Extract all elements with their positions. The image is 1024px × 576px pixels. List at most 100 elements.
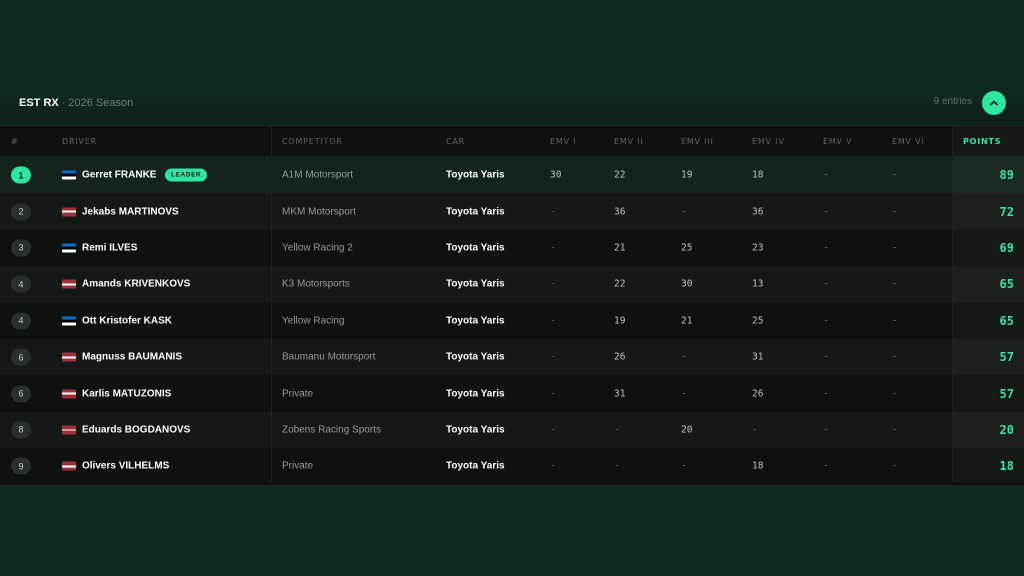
emv-result-1: - <box>550 315 556 327</box>
emv-result-5: - <box>823 242 829 254</box>
position-badge: 6 <box>11 348 31 366</box>
car-model: Toyota Yaris <box>446 206 505 218</box>
emv-result-4: 36 <box>752 206 764 218</box>
table-header: # DRIVER COMPETITOR CAR EMV I EMV II EMV… <box>0 126 1024 157</box>
column-header-competitor[interactable]: COMPETITOR <box>282 137 343 146</box>
car-model: Toyota Yaris <box>446 315 505 327</box>
emv-result-1: - <box>550 351 556 363</box>
emv-result-6: - <box>892 351 898 363</box>
emv-result-3: - <box>681 351 687 363</box>
points-column-highlight <box>952 126 1024 482</box>
emv-result-2: 36 <box>614 206 626 218</box>
emv-result-2: 31 <box>614 388 626 400</box>
table-row[interactable]: 4 Amands KRIVENKOVS K3 Motorsports Toyota Y… <box>0 266 1024 303</box>
driver-name[interactable]: Karlis MATUZONIS <box>82 388 171 399</box>
emv-result-1: 30 <box>550 169 562 181</box>
column-divider <box>271 126 272 482</box>
emv-result-5: - <box>823 351 829 363</box>
column-header-car[interactable]: CAR <box>446 137 465 146</box>
driver-name[interactable]: Gerret FRANKE <box>82 170 156 181</box>
emv-result-6: - <box>892 388 898 400</box>
car-model: Toyota Yaris <box>446 351 505 363</box>
driver-name[interactable]: Amands KRIVENKOVS <box>82 279 190 290</box>
emv-result-3: 20 <box>681 424 693 436</box>
emv-result-4: 13 <box>752 278 764 290</box>
column-header-emv1[interactable]: EMV I <box>550 137 576 146</box>
emv-result-6: - <box>892 169 898 181</box>
emv-result-6: - <box>892 460 898 472</box>
emv-result-2: 19 <box>614 315 626 327</box>
table-row[interactable]: 3 Remi ILVES Yellow Racing 2 Toyota Yaris - 2… <box>0 229 1024 267</box>
emv-result-1: - <box>550 424 556 436</box>
table-row[interactable]: 2 Jekabs MARTINOVS MKM Motorsport Toyota Ya… <box>0 193 1024 230</box>
column-header-emv4[interactable]: EMV IV <box>752 137 785 146</box>
chevron-up-icon <box>990 100 998 106</box>
emv-result-3: - <box>681 460 687 472</box>
emv-result-3: - <box>681 388 687 400</box>
emv-result-3: 30 <box>681 278 693 290</box>
driver-name[interactable]: Ott Kristofer KASK <box>82 315 172 326</box>
position-badge: 1 <box>11 166 31 184</box>
emv-result-1: - <box>550 460 556 472</box>
emv-result-2: 22 <box>614 278 626 290</box>
column-header-emv6[interactable]: EMV VI <box>892 137 925 146</box>
competitor-name: Yellow Racing 2 <box>282 242 353 254</box>
table-row[interactable]: 6 Magnuss BAUMANIS Baumanu Motorsport Toyot… <box>0 339 1024 376</box>
emv-result-1: - <box>550 388 556 400</box>
driver-name[interactable]: Magnuss BAUMANIS <box>82 352 182 363</box>
emv-result-4: 31 <box>752 351 764 363</box>
table-row[interactable]: 8 Eduards BOGDANOVS Zobens Racing Sports To… <box>0 411 1024 449</box>
car-model: Toyota Yaris <box>446 424 505 436</box>
car-model: Toyota Yaris <box>446 242 505 254</box>
position-badge: 9 <box>11 457 31 475</box>
column-header-pos[interactable]: # <box>11 137 19 146</box>
emv-result-5: - <box>823 206 829 218</box>
title-separator: · <box>61 96 66 109</box>
estonia-flag-icon <box>62 243 76 253</box>
leader-badge: LEADER <box>165 168 208 182</box>
emv-result-6: - <box>892 206 898 218</box>
driver-name[interactable]: Remi ILVES <box>82 242 137 253</box>
position-badge: 6 <box>11 385 31 403</box>
emv-result-1: - <box>550 206 556 218</box>
emv-result-4: 26 <box>752 388 764 400</box>
column-header-emv2[interactable]: EMV II <box>614 137 644 146</box>
competitor-name: Baumanu Motorsport <box>282 351 376 363</box>
competitor-name: MKM Motorsport <box>282 206 356 218</box>
emv-result-5: - <box>823 388 829 400</box>
column-divider <box>952 126 953 482</box>
column-header-emv5[interactable]: EMV V <box>823 137 852 146</box>
emv-result-3: 25 <box>681 242 693 254</box>
latvia-flag-icon <box>62 279 76 289</box>
season-subtitle: 2026 Season <box>68 96 134 109</box>
emv-result-5: - <box>823 315 829 327</box>
emv-result-5: - <box>823 424 829 436</box>
driver-name[interactable]: Eduards BOGDANOVS <box>82 424 190 435</box>
position-badge: 3 <box>11 239 31 257</box>
standings-panel: EST RX · 2026 Season 9 entries # DRIVER … <box>0 80 1024 485</box>
competitor-name: Yellow Racing <box>282 315 345 327</box>
car-model: Toyota Yaris <box>446 169 505 181</box>
latvia-flag-icon <box>62 389 76 399</box>
emv-result-2: - <box>614 460 620 472</box>
car-model: Toyota Yaris <box>446 388 505 400</box>
competitor-name: Zobens Racing Sports <box>282 424 381 436</box>
table-row[interactable]: 9 Olivers VILHELMS Private Toyota Yaris - - - 1… <box>0 448 1024 485</box>
emv-result-4: - <box>752 424 758 436</box>
emv-result-3: 19 <box>681 169 693 181</box>
latvia-flag-icon <box>62 207 76 217</box>
driver-name[interactable]: Olivers VILHELMS <box>82 461 169 472</box>
driver-name[interactable]: Jekabs MARTINOVS <box>82 206 179 217</box>
table-row[interactable]: 1 Gerret FRANKE LEADER A1M Motorsport Toyota… <box>0 157 1024 194</box>
column-header-emv3[interactable]: EMV III <box>681 137 714 146</box>
competitor-name: Private <box>282 460 314 472</box>
table-row[interactable]: 6 Karlis MATUZONIS Private Toyota Yaris - 31 -… <box>0 375 1024 412</box>
emv-result-2: 21 <box>614 242 626 254</box>
championship-title: EST RX <box>19 96 59 109</box>
collapse-button[interactable] <box>982 91 1006 115</box>
car-model: Toyota Yaris <box>446 278 505 290</box>
emv-result-5: - <box>823 278 829 290</box>
emv-result-5: - <box>823 169 829 181</box>
column-header-driver[interactable]: DRIVER <box>62 137 97 146</box>
table-row[interactable]: 4 Ott Kristofer KASK Yellow Racing Toyota Y… <box>0 302 1024 339</box>
